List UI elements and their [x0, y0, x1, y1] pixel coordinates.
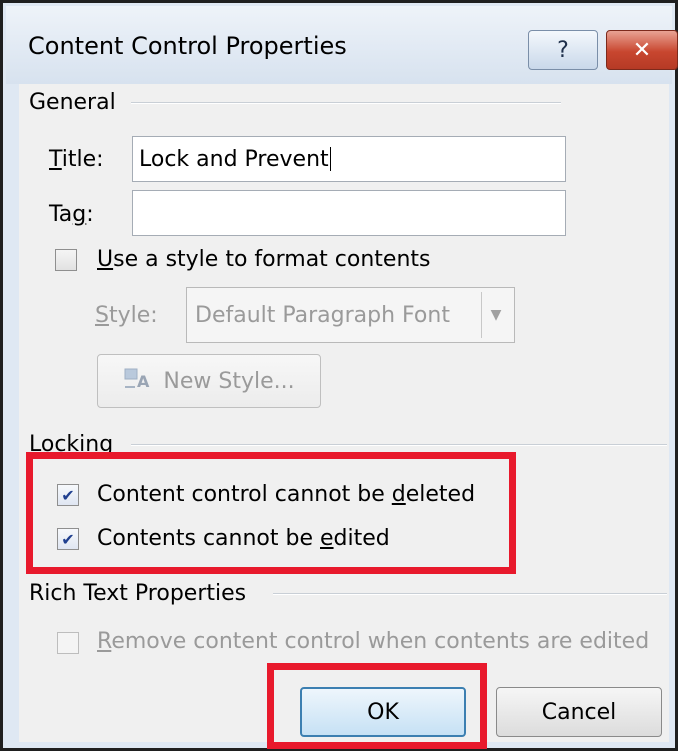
style-select-value: Default Paragraph Font — [195, 302, 450, 328]
dialog-body: General Title: Lock and Prevent Tag: Use… — [19, 84, 669, 749]
rich-text-separator — [273, 593, 667, 595]
cancel-button[interactable]: Cancel — [496, 687, 662, 737]
use-style-checkbox[interactable] — [55, 249, 77, 271]
ok-highlight-box — [267, 663, 487, 749]
new-style-icon: A — [123, 365, 157, 397]
help-button[interactable]: ? — [528, 30, 598, 70]
remove-control-label[interactable]: Remove content control when contents are… — [97, 629, 649, 654]
dialog-window: Content Control Properties ? ✕ General T… — [0, 0, 678, 751]
general-separator — [131, 102, 561, 104]
new-style-label: New Style... — [163, 368, 295, 394]
general-section-label: General — [29, 90, 116, 115]
cancel-label: Cancel — [541, 699, 617, 725]
chevron-down-icon: ▼ — [481, 292, 510, 338]
locking-highlight-box — [26, 452, 516, 574]
locking-separator — [131, 444, 667, 446]
title-bar[interactable]: Content Control Properties ? ✕ — [6, 6, 678, 84]
remove-control-checkbox[interactable] — [57, 632, 79, 654]
use-style-label[interactable]: Use a style to format contents — [97, 247, 431, 272]
title-label-text: itle: — [61, 147, 104, 172]
title-field[interactable]: Lock and Prevent — [132, 136, 566, 182]
close-button[interactable]: ✕ — [606, 30, 678, 70]
text-caret — [329, 147, 331, 171]
rich-text-section-label: Rich Text Properties — [29, 581, 247, 606]
tag-field[interactable] — [132, 190, 566, 236]
title-field-value: Lock and Prevent — [139, 146, 329, 172]
help-icon: ? — [557, 37, 569, 63]
svg-text:A: A — [137, 372, 150, 391]
dialog-title: Content Control Properties — [28, 32, 347, 60]
new-style-button[interactable]: A New Style... — [97, 354, 321, 408]
tag-label: Tag: — [49, 202, 94, 227]
style-label: Style: — [95, 303, 158, 328]
close-icon: ✕ — [632, 37, 652, 63]
style-select[interactable]: Default Paragraph Font ▼ — [186, 287, 515, 343]
use-style-label-text: se a style to format contents — [113, 247, 431, 272]
title-label: Title: — [49, 147, 104, 172]
